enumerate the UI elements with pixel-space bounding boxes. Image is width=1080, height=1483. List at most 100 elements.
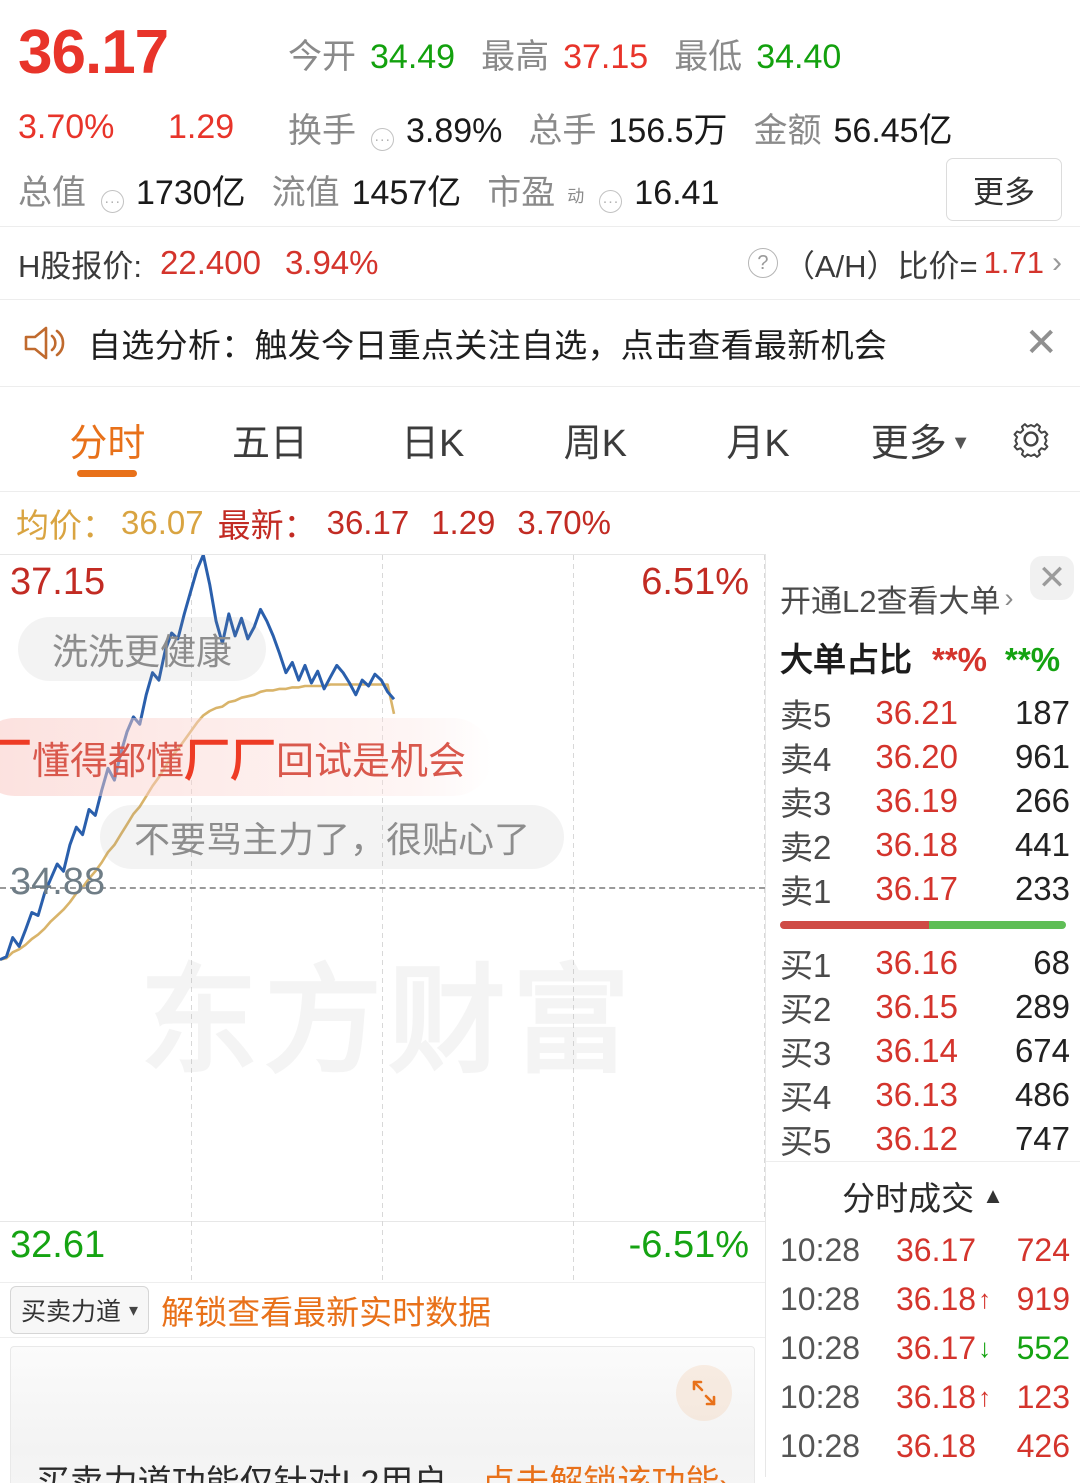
tab-fenshi[interactable]: 分时: [26, 387, 189, 491]
level-label: 买3: [780, 1035, 832, 1072]
level-price: 36.20: [875, 738, 958, 775]
chart-legend-line: 均价： 36.07 最新： 36.17 1.29 3.70%: [0, 492, 1080, 554]
high-label: 最高: [481, 37, 550, 76]
order-book-row[interactable]: 买4 36.13 486: [766, 1073, 1080, 1117]
tick-price-value: 36.18: [896, 1379, 977, 1415]
big-order-ratio-title: 大单占比: [780, 641, 912, 678]
prev-close-line: [0, 887, 765, 889]
low-value: 34.40: [756, 37, 842, 76]
stock-quote-screen: 36.17 今开 34.49 最高 37.15 最低 34.40 3.70% 1…: [0, 0, 1080, 1483]
avg-price-label: 均价：: [16, 507, 115, 544]
lock-message-link[interactable]: 点击解锁该功能: [481, 1464, 719, 1483]
tab-weekly-k[interactable]: 周K: [514, 387, 677, 491]
pe-field[interactable]: 市盈动 ··· 16.41: [487, 165, 719, 214]
low-label: 最低: [674, 37, 743, 76]
close-icon[interactable]: ✕: [1030, 556, 1074, 600]
turnover-value: 3.89%: [406, 111, 503, 150]
order-book-row[interactable]: 卖2 36.18 441: [766, 823, 1080, 867]
turnover-field[interactable]: 换手 ··· 3.89%: [288, 103, 502, 152]
last-price: 36.17: [18, 18, 169, 87]
big-order-ratio-sell: **%: [1005, 641, 1061, 678]
low-field: 最低 34.40: [674, 29, 841, 78]
tab-more-label: 更多: [870, 422, 947, 465]
chang-glyph-icon: 厂: [230, 733, 277, 787]
tick-price-value: 36.18: [896, 1281, 977, 1317]
ticks-title: 分时成交: [842, 1180, 975, 1217]
level-volume: 289: [1014, 988, 1070, 1025]
power-lock-panel[interactable]: 买卖力道功能仅针对L2用户，点击解锁该功能›: [10, 1346, 755, 1483]
ticks-list: 10:28 36.17 724 10:28 36.18 ↑ 919 10:28 …: [766, 1226, 1080, 1483]
tick-price: 36.17 ↓: [896, 1330, 995, 1367]
order-book-row[interactable]: 卖1 36.17 233: [766, 867, 1080, 911]
info-dots-icon[interactable]: ···: [371, 127, 394, 151]
info-dots-icon[interactable]: ···: [599, 189, 623, 213]
order-book-row[interactable]: 买1 36.16 68: [766, 941, 1080, 985]
chang-glyph-icon: 厂: [184, 733, 231, 787]
ticks-header[interactable]: 分时成交 ▲: [766, 1161, 1080, 1226]
order-book-row[interactable]: 卖3 36.19 266: [766, 779, 1080, 823]
intraday-chart[interactable]: 东方财富 34.88 37.15 6.51% 洗洗更健康 厂 懂得都懂 厂 厂: [0, 554, 765, 1222]
level-volume: 266: [1014, 782, 1070, 819]
tick-price-value: 36.18: [896, 1428, 977, 1464]
tab-monthly-k[interactable]: 月K: [677, 387, 840, 491]
chart-high-percent: 6.51%: [641, 561, 749, 603]
ask-list: 卖5 36.21 187 卖4 36.20 961 卖3 36.19 266 卖…: [766, 691, 1080, 911]
level-label: 买2: [780, 991, 832, 1028]
market-cap-value: 1730亿: [136, 173, 246, 212]
avg-price-value: 36.07: [121, 504, 204, 541]
tick-volume: 919: [1016, 1281, 1070, 1317]
tick-time: 10:28: [780, 1330, 861, 1366]
tab-more[interactable]: 更多 ▼: [839, 387, 1002, 491]
ah-ratio-label: （A/H）比价=: [783, 248, 978, 284]
info-dots-icon[interactable]: ···: [101, 189, 124, 213]
grid-line-v: [573, 1158, 574, 1282]
high-field: 最高 37.15: [481, 29, 648, 78]
power-chip-label: 买卖力道: [21, 1298, 122, 1326]
order-book-row[interactable]: 卖4 36.20 961: [766, 735, 1080, 779]
tab-five-day[interactable]: 五日: [189, 387, 352, 491]
h-share-price: 22.400: [160, 244, 261, 281]
tick-volume: 295: [995, 1477, 1070, 1483]
question-mark-icon[interactable]: ?: [747, 248, 778, 278]
chevron-right-icon[interactable]: ›: [1052, 246, 1062, 280]
market-cap-field[interactable]: 总值 ··· 1730亿: [18, 165, 246, 214]
market-cap-label: 总值: [18, 173, 86, 212]
order-book-row[interactable]: 买2 36.15 289: [766, 985, 1080, 1029]
volume-value: 156.5万: [608, 111, 728, 150]
order-book-row[interactable]: 卖5 36.21 187: [766, 691, 1080, 735]
latest-price-label: 最新：: [217, 507, 317, 544]
split-bar-sell: [780, 921, 929, 929]
order-book-row[interactable]: 买5 36.12 747: [766, 1117, 1080, 1161]
open-field: 今开 34.49: [288, 29, 455, 78]
level-price: 36.14: [875, 1032, 958, 1069]
tick-price: 36.18: [896, 1428, 982, 1465]
chang-glyph-icon: 厂: [0, 724, 32, 790]
h-share-row[interactable]: H股报价: 22.400 3.94% ? （A/H）比价= 1.71 ›: [0, 227, 1080, 299]
amount-value: 56.45亿: [833, 111, 953, 150]
change-amount: 1.29: [168, 107, 235, 146]
level2-panel: ✕ 开通L2查看大单 › 大单占比 **% **% 卖5 36.21 187 卖…: [765, 554, 1080, 1483]
gear-icon[interactable]: [1008, 416, 1054, 462]
level-volume: 441: [1014, 826, 1070, 863]
unlock-realtime-link[interactable]: 解锁查看最新实时数据: [161, 1286, 491, 1334]
notification-banner[interactable]: 自选分析：触发今日重点关注自选，点击查看最新机会 ✕: [0, 300, 1080, 386]
power-lock-message: 买卖力道功能仅针对L2用户，点击解锁该功能›: [11, 1455, 754, 1483]
chevron-down-icon: ▼: [950, 431, 971, 454]
power-selector-chip[interactable]: 买卖力道 ▾: [10, 1286, 150, 1334]
sort-ascending-icon[interactable]: ▲: [982, 1183, 1004, 1209]
ah-ratio-group[interactable]: ? （A/H）比价= 1.71 ›: [747, 241, 1062, 286]
more-button[interactable]: 更多: [946, 157, 1062, 221]
level-volume: 747: [1014, 1120, 1070, 1157]
level-volume: 187: [1014, 694, 1070, 731]
amount-field: 金额 56.45亿: [754, 103, 953, 152]
tab-daily-k[interactable]: 日K: [351, 387, 514, 491]
order-book-row[interactable]: 买3 36.14 674: [766, 1029, 1080, 1073]
h-share-label: H股报价:: [18, 248, 142, 284]
expand-icon[interactable]: [676, 1365, 732, 1421]
chart-low-label: 32.61: [10, 1224, 106, 1266]
overlay-text: 懂得都懂: [32, 740, 185, 783]
pe-label: 市盈: [487, 173, 556, 212]
close-icon[interactable]: ✕: [1024, 323, 1058, 363]
bid-list: 买1 36.16 68 买2 36.15 289 买3 36.14 674 买4…: [766, 941, 1080, 1161]
tick-price-value: 36.16: [896, 1477, 976, 1483]
